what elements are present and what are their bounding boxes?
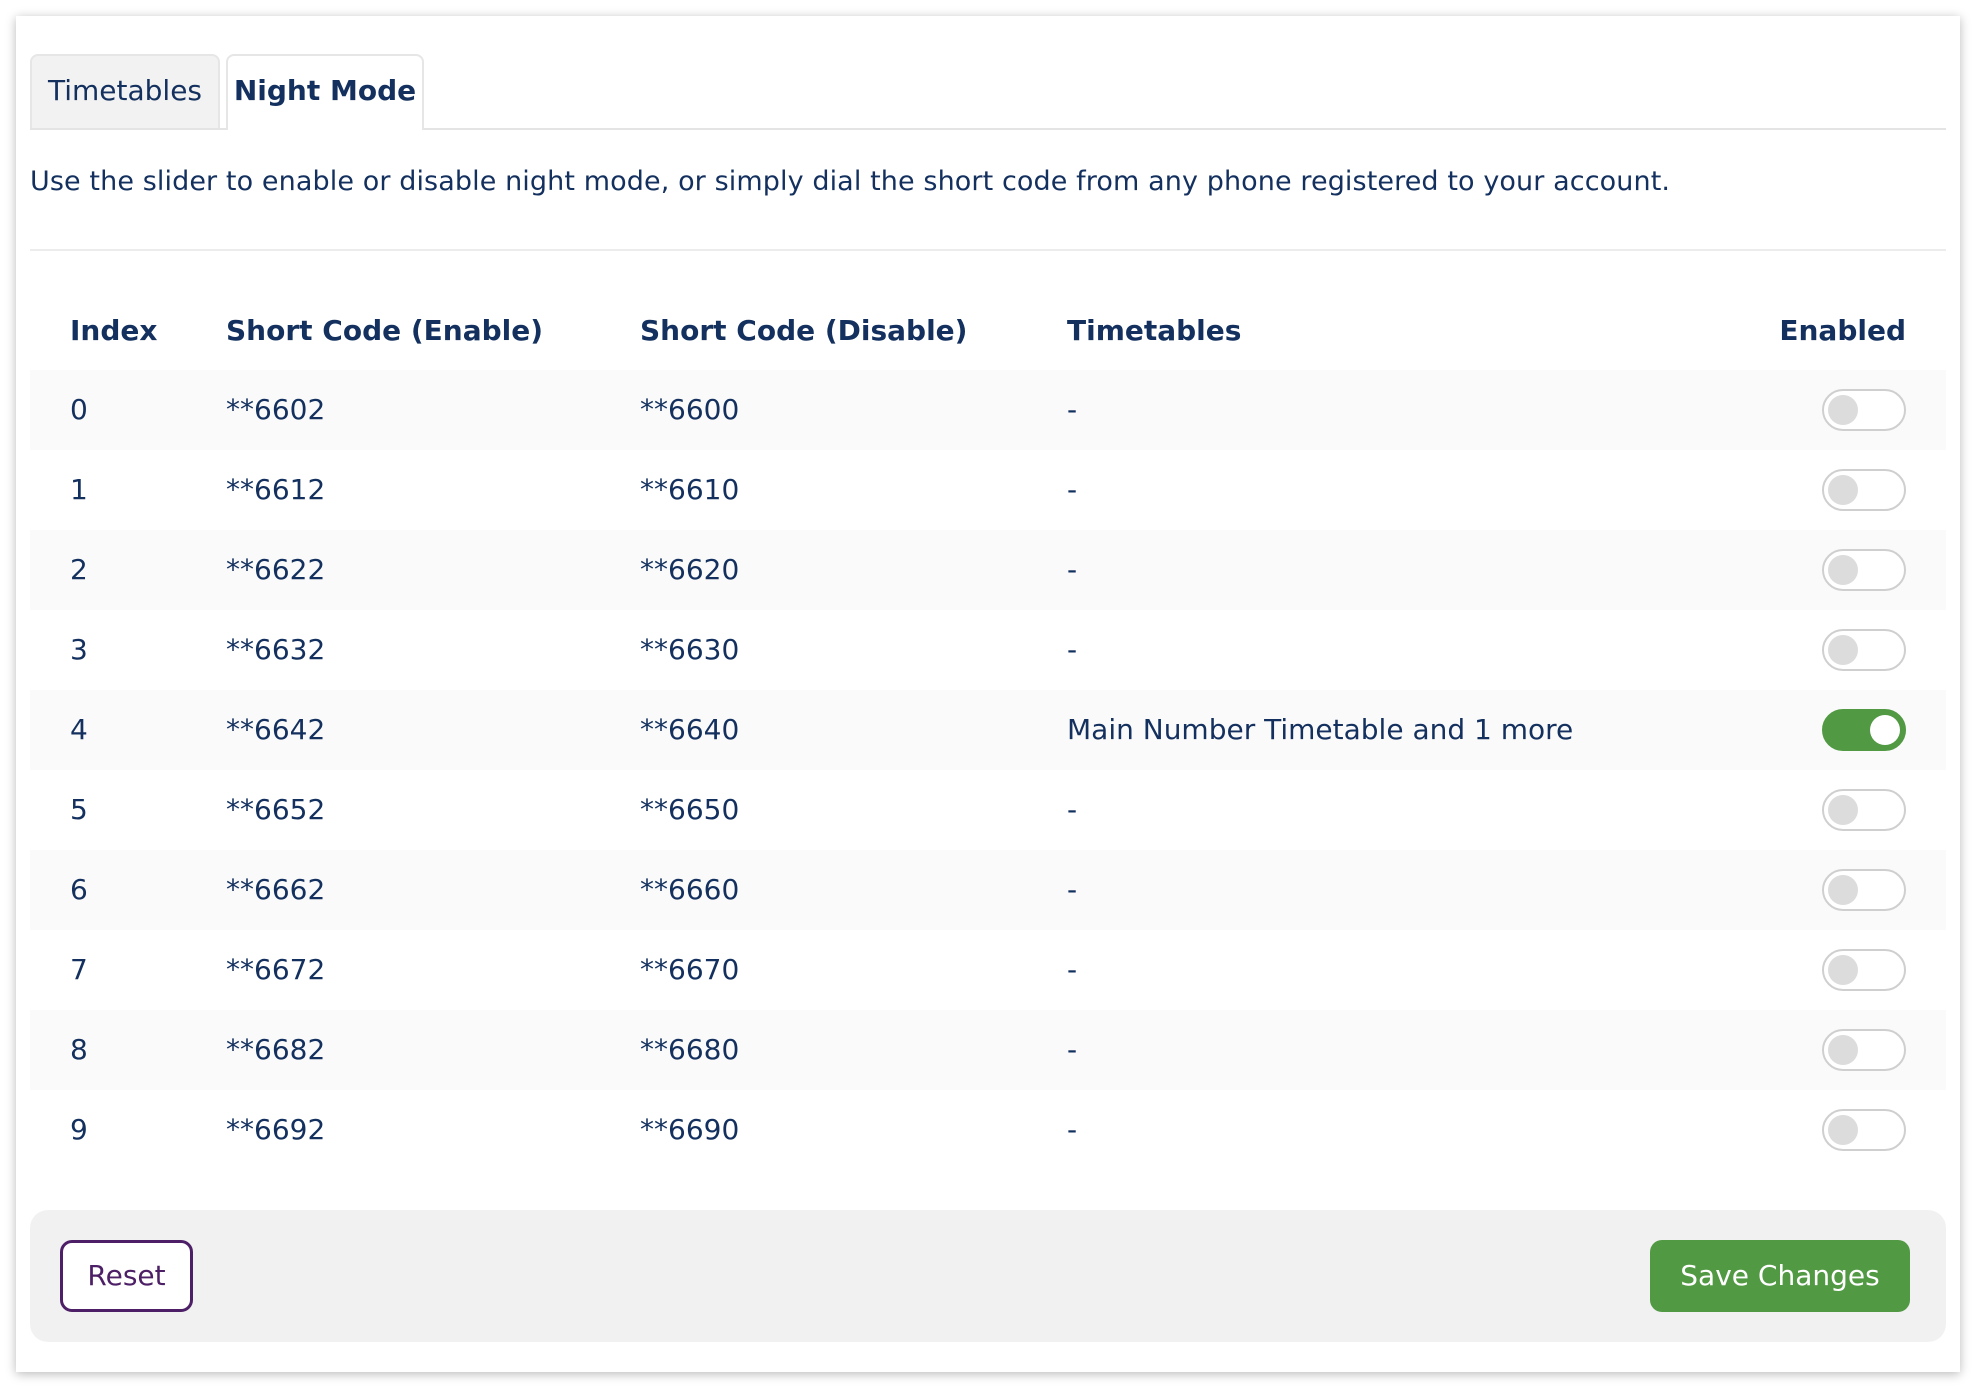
disable-code-cell: **6660 xyxy=(640,873,740,906)
toggle-knob xyxy=(1828,1035,1858,1065)
timetables-cell: - xyxy=(1067,793,1078,826)
enable-code-cell: **6642 xyxy=(226,713,326,746)
enabled-toggle[interactable] xyxy=(1822,869,1906,911)
disable-code-cell: **6620 xyxy=(640,553,740,586)
enabled-toggle[interactable] xyxy=(1822,789,1906,831)
column-header-timetables: Timetables xyxy=(1067,314,1242,347)
enable-code-cell: **6622 xyxy=(226,553,326,586)
enabled-toggle[interactable] xyxy=(1822,1109,1906,1151)
column-header-enabled: Enabled xyxy=(1779,314,1906,347)
toggle-knob xyxy=(1828,635,1858,665)
enabled-toggle[interactable] xyxy=(1822,389,1906,431)
disable-code-cell: **6680 xyxy=(640,1033,740,1066)
index-cell: 8 xyxy=(70,1033,88,1066)
disable-code-cell: **6610 xyxy=(640,473,740,506)
reset-button[interactable]: Reset xyxy=(60,1240,193,1312)
timetables-cell: - xyxy=(1067,473,1078,506)
night-mode-card: Timetables Night Mode Use the slider to … xyxy=(16,16,1960,1372)
table-row: 7 **6672 **6670 - xyxy=(30,930,1946,1010)
column-header-disable-code: Short Code (Disable) xyxy=(640,314,968,347)
index-cell: 7 xyxy=(70,953,88,986)
timetables-cell: - xyxy=(1067,393,1078,426)
timetables-cell: - xyxy=(1067,633,1078,666)
table-row: 3 **6632 **6630 - xyxy=(30,610,1946,690)
index-cell: 5 xyxy=(70,793,88,826)
enable-code-cell: **6602 xyxy=(226,393,326,426)
table-row: 4 **6642 **6640 Main Number Timetable and 1… xyxy=(30,690,1946,770)
toggle-knob xyxy=(1828,1115,1858,1145)
save-changes-button[interactable]: Save Changes xyxy=(1650,1240,1910,1312)
disable-code-cell: **6630 xyxy=(640,633,740,666)
disable-code-cell: **6640 xyxy=(640,713,740,746)
tab-bar: Timetables Night Mode xyxy=(30,54,1946,130)
toggle-knob xyxy=(1828,795,1858,825)
index-cell: 4 xyxy=(70,713,88,746)
disable-code-cell: **6690 xyxy=(640,1113,740,1146)
table-header: Index Short Code (Enable) Short Code (Di… xyxy=(30,306,1946,356)
enable-code-cell: **6682 xyxy=(226,1033,326,1066)
table-row: 6 **6662 **6660 - xyxy=(30,850,1946,930)
toggle-knob xyxy=(1828,475,1858,505)
timetables-cell: - xyxy=(1067,1113,1078,1146)
divider xyxy=(30,249,1946,251)
column-header-enable-code: Short Code (Enable) xyxy=(226,314,544,347)
description-text: Use the slider to enable or disable nigh… xyxy=(30,166,1671,197)
toggle-knob xyxy=(1870,715,1900,745)
timetables-cell: Main Number Timetable and 1 more xyxy=(1067,713,1574,746)
column-header-index: Index xyxy=(70,314,158,347)
toggle-knob xyxy=(1828,395,1858,425)
disable-code-cell: **6670 xyxy=(640,953,740,986)
enabled-toggle[interactable] xyxy=(1822,629,1906,671)
timetables-cell: - xyxy=(1067,553,1078,586)
enable-code-cell: **6662 xyxy=(226,873,326,906)
table-row: 9 **6692 **6690 - xyxy=(30,1090,1946,1170)
enable-code-cell: **6672 xyxy=(226,953,326,986)
index-cell: 1 xyxy=(70,473,88,506)
index-cell: 2 xyxy=(70,553,88,586)
form-footer: Reset Save Changes xyxy=(30,1210,1946,1342)
toggle-knob xyxy=(1828,555,1858,585)
enabled-toggle[interactable] xyxy=(1822,1029,1906,1071)
toggle-knob xyxy=(1828,955,1858,985)
tab-night-mode[interactable]: Night Mode xyxy=(226,54,424,130)
table-row: 5 **6652 **6650 - xyxy=(30,770,1946,850)
enable-code-cell: **6612 xyxy=(226,473,326,506)
enable-code-cell: **6692 xyxy=(226,1113,326,1146)
tab-timetables[interactable]: Timetables xyxy=(30,54,220,128)
enabled-toggle[interactable] xyxy=(1822,549,1906,591)
disable-code-cell: **6600 xyxy=(640,393,740,426)
table-row: 2 **6622 **6620 - xyxy=(30,530,1946,610)
disable-code-cell: **6650 xyxy=(640,793,740,826)
timetables-cell: - xyxy=(1067,1033,1078,1066)
table-row: 1 **6612 **6610 - xyxy=(30,450,1946,530)
enabled-toggle[interactable] xyxy=(1822,949,1906,991)
table-row: 8 **6682 **6680 - xyxy=(30,1010,1946,1090)
enable-code-cell: **6632 xyxy=(226,633,326,666)
index-cell: 9 xyxy=(70,1113,88,1146)
index-cell: 0 xyxy=(70,393,88,426)
index-cell: 6 xyxy=(70,873,88,906)
table-row: 0 **6602 **6600 - xyxy=(30,370,1946,450)
enabled-toggle[interactable] xyxy=(1822,469,1906,511)
enable-code-cell: **6652 xyxy=(226,793,326,826)
timetables-cell: - xyxy=(1067,953,1078,986)
night-mode-table-body: 0 **6602 **6600 - 1 **6612 **6610 - 2 **6622 **662… xyxy=(30,370,1946,1170)
toggle-knob xyxy=(1828,875,1858,905)
index-cell: 3 xyxy=(70,633,88,666)
enabled-toggle[interactable] xyxy=(1822,709,1906,751)
timetables-cell: - xyxy=(1067,873,1078,906)
